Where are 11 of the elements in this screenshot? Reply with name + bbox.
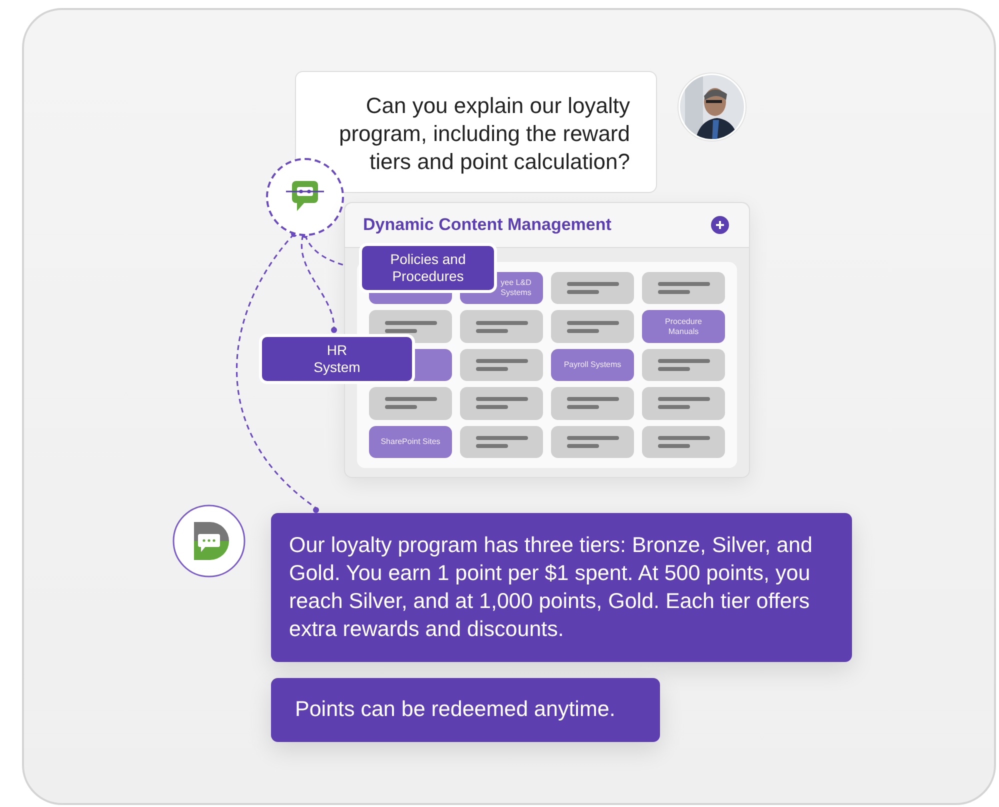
content-tile[interactable]: Payroll Systems <box>551 348 634 382</box>
content-tile[interactable]: Procedure Manuals <box>642 310 725 343</box>
source-tooltip: HR System <box>262 337 412 381</box>
answer-bubble: Points can be redeemed anytime. <box>271 678 660 742</box>
answer-bubble: Our loyalty program has three tiers: Bronze, Silver, and Gold. You earn 1 point per $1 spent. At 500 points, you reach Silver, and at 1,000 points, Gold. Each tier offers extra rewards and discounts. <box>271 513 852 662</box>
add-icon[interactable] <box>711 216 729 234</box>
panel-title: Dynamic Content Management <box>363 215 612 235</box>
source-tooltip: Policies and Procedures <box>362 246 494 290</box>
question-bubble: Can you explain our loyalty program, including the reward tiers and point calculation? <box>295 71 657 193</box>
logo-icon <box>172 504 246 578</box>
content-tile[interactable]: SharePoint Sites <box>369 426 452 458</box>
